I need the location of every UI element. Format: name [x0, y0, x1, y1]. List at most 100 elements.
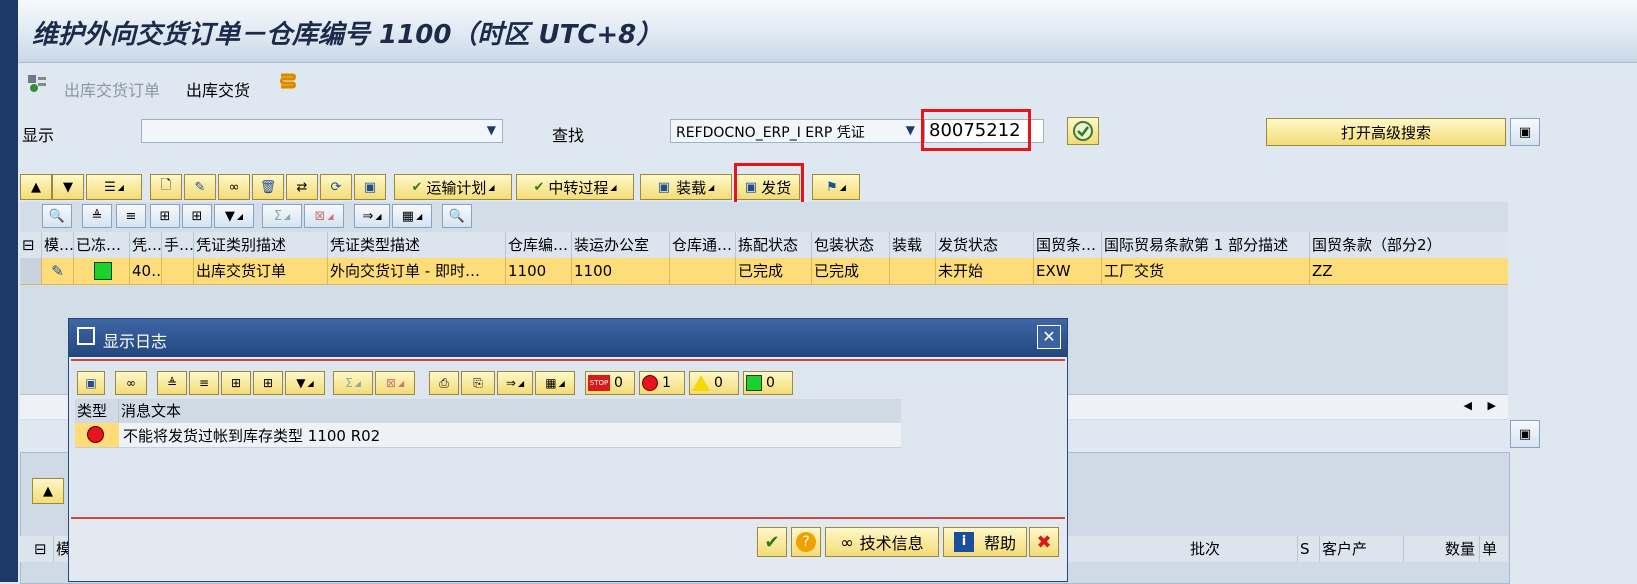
magnifier-icon: 🔍	[48, 208, 66, 224]
scroll-icon[interactable]	[274, 69, 302, 97]
move-up-button[interactable]: ▲	[20, 174, 52, 200]
cell-type: 外向交货订单 - 即时…	[328, 258, 506, 284]
sum-button[interactable]: Σ ◢	[333, 371, 373, 395]
col-header[interactable]: 凭证类别描述	[194, 232, 328, 258]
info-button[interactable]: 🔍	[442, 204, 472, 228]
find-next-button[interactable]: ⊞	[182, 204, 212, 228]
display-button[interactable]: ∞	[115, 371, 147, 395]
display-label: 显示	[22, 126, 55, 145]
menu-outbound-delivery-order[interactable]: 出库交货订单	[64, 77, 160, 101]
layout-button[interactable]: ▦ ◢	[535, 371, 575, 395]
display-dropdown[interactable]: ▼	[141, 119, 503, 143]
save-button[interactable]: ▣	[354, 174, 386, 200]
menu-outbound-delivery[interactable]: 出库交货	[186, 77, 250, 101]
glasses-icon: ∞	[126, 376, 136, 390]
filter-button[interactable]: ▼ ◢	[285, 371, 325, 395]
col-header[interactable]: 凭…	[130, 232, 162, 258]
col-header[interactable]: 凭证类型描述	[328, 232, 506, 258]
close-icon[interactable]: ✕	[1037, 325, 1061, 349]
col-header[interactable]: 批次	[1188, 536, 1298, 562]
scroll-right-icon[interactable]: ▶	[1488, 399, 1496, 412]
find-field-dropdown[interactable]: REFDOCNO_ERP_I ERP 凭证 ▼	[670, 119, 922, 143]
print-button[interactable]: ⎙	[429, 371, 459, 395]
sort-asc-button[interactable]: ≜	[82, 204, 112, 228]
delete-button[interactable]: 🗑	[252, 174, 284, 200]
warning-count-button[interactable]: 0	[689, 371, 739, 395]
export-button[interactable]: ⇒ ◢	[497, 371, 533, 395]
execute-search-button[interactable]	[1067, 117, 1099, 145]
col-header[interactable]: 单	[1480, 536, 1508, 562]
error-count-button[interactable]: 1	[639, 371, 685, 395]
col-header[interactable]: 国际贸易条款第 1 部分描述	[1102, 232, 1310, 258]
export-button[interactable]: ⇒ ◢	[354, 204, 390, 228]
confirm-button[interactable]: ✔	[757, 527, 787, 557]
col-header[interactable]: 装运办公室	[572, 232, 670, 258]
person-tree-icon[interactable]	[24, 71, 50, 97]
subtotal-button[interactable]: ⊠ ◢	[375, 371, 415, 395]
layout-settings-icon[interactable]: ▣	[1510, 118, 1540, 146]
layout-settings-icon-2[interactable]: ▣	[1510, 420, 1540, 448]
col-header[interactable]: 已冻…	[74, 232, 130, 258]
execute-icon	[1073, 121, 1093, 141]
tech-info-button[interactable]: ∞ 技术信息	[825, 527, 939, 557]
sort-asc-button[interactable]: ≜	[157, 371, 187, 395]
loading-button[interactable]: ▣ 装载 ◢	[640, 174, 732, 200]
col-header[interactable]: 国贸条…	[1034, 232, 1102, 258]
save-button[interactable]: ▣	[77, 371, 105, 395]
scroll-left-icon[interactable]: ◀	[1464, 399, 1472, 412]
cell-loading	[890, 258, 936, 284]
more-actions-button[interactable]: ⚑ ◢	[812, 174, 860, 200]
lower-move-up-button[interactable]: ▲	[32, 478, 64, 504]
col-header[interactable]: 模…	[42, 232, 74, 258]
sort-desc-button[interactable]: ≡	[116, 204, 146, 228]
details-button[interactable]: 🔍	[42, 204, 72, 228]
print-preview-button[interactable]: ⎘	[461, 371, 495, 395]
cancel-button[interactable]: ✖	[1029, 527, 1059, 557]
view-button[interactable]: ☰ ◢	[86, 174, 142, 200]
find-button[interactable]: ⊞	[221, 371, 251, 395]
cell-door	[670, 258, 736, 284]
table-row[interactable]: ✎ 40… 出库交货订单 外向交货订单 - 即时… 1100 1100 已完成 …	[20, 258, 1508, 285]
row-selector[interactable]	[20, 258, 42, 284]
move-down-button[interactable]: ▼	[52, 174, 84, 200]
find-next-button[interactable]: ⊞	[253, 371, 283, 395]
question-button[interactable]: ?	[791, 527, 821, 557]
layout-button[interactable]: ▦ ◢	[392, 204, 432, 228]
col-header[interactable]: 国贸条款（部分2）	[1310, 232, 1508, 258]
edit-button[interactable]: ✎	[184, 174, 216, 200]
col-header[interactable]: 发货状态	[936, 232, 1034, 258]
sum-button[interactable]: Σ ◢	[262, 204, 302, 228]
help-button[interactable]: i 帮助	[943, 527, 1027, 557]
col-message-text[interactable]: 消息文本	[119, 399, 901, 423]
col-header[interactable]: 手…	[162, 232, 194, 258]
flag-icon: ⚑	[826, 179, 838, 195]
col-type[interactable]: 类型	[75, 399, 119, 423]
cell-manual	[162, 258, 194, 284]
filter-button[interactable]: ▼ ◢	[214, 204, 254, 228]
stop-count-button[interactable]: STOP 0	[585, 371, 635, 395]
col-header[interactable]: 数量	[1404, 536, 1480, 562]
col-header[interactable]: 仓库编…	[506, 232, 572, 258]
pencil-icon[interactable]: ✎	[42, 258, 74, 284]
message-row[interactable]: 不能将发货过帐到库存类型 1100 R02	[75, 423, 901, 448]
find-button[interactable]: ⊞	[150, 204, 180, 228]
filter-icon: ▼	[224, 208, 235, 224]
refresh-button[interactable]: ⟳	[320, 174, 352, 200]
col-header[interactable]: S	[1298, 536, 1320, 562]
transport-plan-button[interactable]: ✔ 运输计划 ◢	[394, 174, 512, 200]
subtotal-button[interactable]: ⊠ ◢	[304, 204, 344, 228]
display-button[interactable]: ∞	[218, 174, 250, 200]
col-header[interactable]: 装载	[890, 232, 936, 258]
new-button[interactable]: 🗋	[150, 174, 182, 200]
col-header[interactable]: 客户产	[1320, 536, 1404, 562]
transfer-button[interactable]: ⇄	[286, 174, 318, 200]
transfer-process-button[interactable]: ✔ 中转过程 ◢	[516, 174, 634, 200]
sort-desc-button[interactable]: ≡	[189, 371, 219, 395]
advanced-search-button[interactable]: 打开高级搜索	[1266, 118, 1506, 146]
col-header[interactable]: 拣配状态	[736, 232, 812, 258]
select-all-icon[interactable]: ⊟	[32, 536, 54, 562]
select-all-icon[interactable]: ⊟	[20, 232, 42, 258]
col-header[interactable]: 仓库通…	[670, 232, 736, 258]
col-header[interactable]: 包装状态	[812, 232, 890, 258]
success-count-button[interactable]: 0	[743, 371, 793, 395]
